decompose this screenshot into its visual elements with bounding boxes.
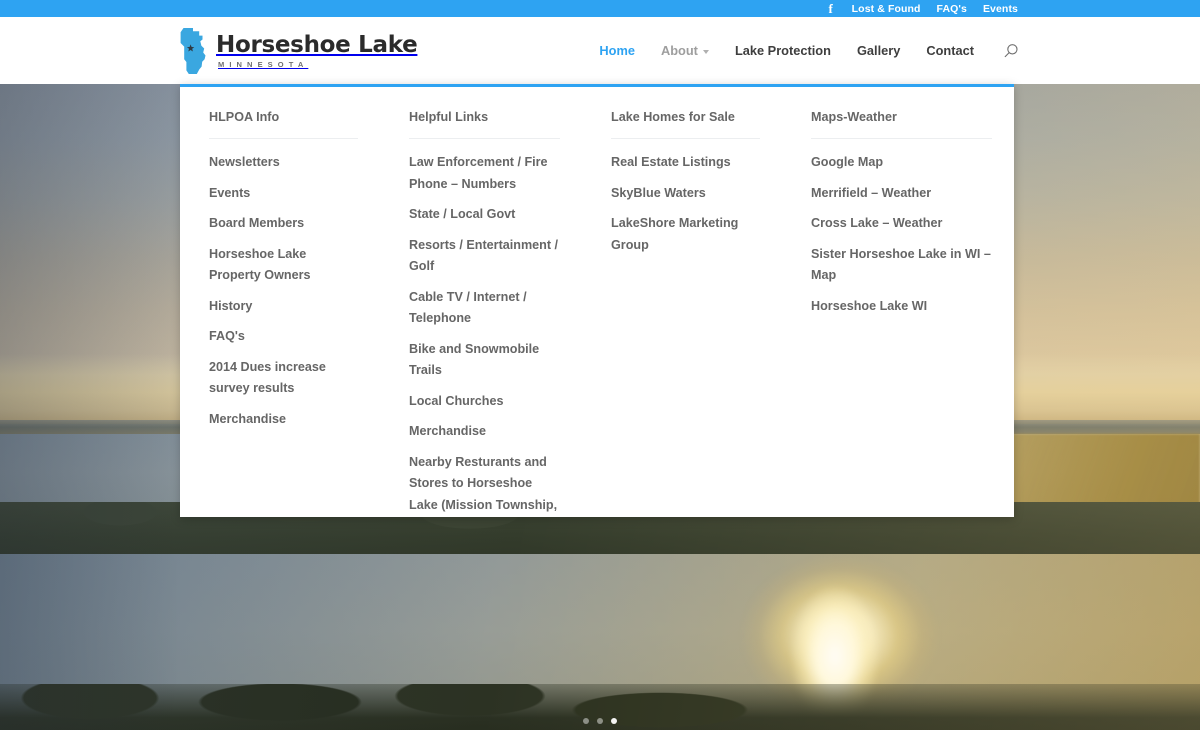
dropdown-link-cable-internet-phone[interactable]: Cable TV / Internet / Telephone xyxy=(409,287,560,330)
dropdown-link-history[interactable]: History xyxy=(209,296,358,318)
list-item: Horseshoe Lake WI xyxy=(811,296,992,318)
dropdown-link-dues-survey[interactable]: 2014 Dues increase survey results xyxy=(209,357,358,400)
list-item: LakeShore Marketing Group xyxy=(611,213,760,256)
dropdown-link-google-map[interactable]: Google Map xyxy=(811,152,992,174)
list-item: SkyBlue Waters xyxy=(611,183,760,205)
dropdown-link-list: Newsletters Events Board Members Horsesh… xyxy=(209,152,358,430)
dropdown-column-lake-homes-for-sale: Lake Homes for Sale Real Estate Listings… xyxy=(582,87,782,517)
slider-dot-2[interactable] xyxy=(597,718,603,724)
list-item: Sister Horseshoe Lake in WI – Map xyxy=(811,244,992,287)
list-item: Resorts / Entertainment / Golf xyxy=(409,235,560,278)
dropdown-link-horseshoe-lake-wi[interactable]: Horseshoe Lake WI xyxy=(811,296,992,318)
nav-item-contact[interactable]: Contact xyxy=(926,43,974,58)
nav-item-lake-protection[interactable]: Lake Protection xyxy=(735,43,831,58)
list-item: Board Members xyxy=(209,213,358,235)
hero-left-shading xyxy=(0,84,180,730)
slider-dots xyxy=(0,718,1200,724)
list-item: Merchandise xyxy=(409,421,560,443)
dropdown-column-title: Lake Homes for Sale xyxy=(611,109,760,140)
dropdown-link-nearby-restaurants[interactable]: Nearby Resturants and Stores to Horsesho… xyxy=(409,452,560,517)
slider-dot-3[interactable] xyxy=(611,718,617,724)
nav-item-about[interactable]: About xyxy=(661,43,709,58)
list-item: Law Enforcement / Fire Phone – Numbers xyxy=(409,152,560,195)
dropdown-link-property-owners[interactable]: Horseshoe Lake Property Owners xyxy=(209,244,358,287)
dropdown-link-merrifield-weather[interactable]: Merrifield – Weather xyxy=(811,183,992,205)
dropdown-link-list: Google Map Merrifield – Weather Cross La… xyxy=(811,152,992,317)
nav-item-gallery-label: Gallery xyxy=(856,43,901,58)
list-item: Real Estate Listings xyxy=(611,152,760,174)
search-icon[interactable] xyxy=(1002,42,1020,60)
about-mega-dropdown: HLPOA Info Newsletters Events Board Memb… xyxy=(180,84,1014,517)
dropdown-link-lakeshore-marketing[interactable]: LakeShore Marketing Group xyxy=(611,213,760,256)
list-item: 2014 Dues increase survey results xyxy=(209,357,358,400)
search-glyph xyxy=(1004,43,1018,57)
nav-item-gallery[interactable]: Gallery xyxy=(857,43,900,58)
chevron-down-icon xyxy=(702,49,709,54)
dropdown-link-merchandise-2[interactable]: Merchandise xyxy=(409,421,560,443)
list-item: Horseshoe Lake Property Owners xyxy=(209,244,358,287)
dropdown-column-title: HLPOA Info xyxy=(209,109,358,140)
list-item: State / Local Govt xyxy=(409,204,560,226)
list-item: Bike and Snowmobile Trails xyxy=(409,339,560,382)
dropdown-link-list: Real Estate Listings SkyBlue Waters Lake… xyxy=(611,152,760,256)
dropdown-link-sister-lake-wi-map[interactable]: Sister Horseshoe Lake in WI – Map xyxy=(811,244,992,287)
site-header: Horseshoe Lake MINNESOTA Home About Lake… xyxy=(0,17,1200,84)
list-item: Merrifield – Weather xyxy=(811,183,992,205)
list-item: History xyxy=(209,296,358,318)
page-root: f Lost & Found FAQ's Events Horseshoe La… xyxy=(0,0,1200,730)
list-item: Cable TV / Internet / Telephone xyxy=(409,287,560,330)
dropdown-link-bike-snowmobile-trails[interactable]: Bike and Snowmobile Trails xyxy=(409,339,560,382)
top-utility-bar: f Lost & Found FAQ's Events xyxy=(0,0,1200,17)
facebook-icon[interactable]: f xyxy=(826,2,836,15)
list-item: Events xyxy=(209,183,358,205)
dropdown-link-events[interactable]: Events xyxy=(209,183,358,205)
topbar-link-faqs[interactable]: FAQ's xyxy=(937,3,967,15)
topbar-link-lost-and-found[interactable]: Lost & Found xyxy=(852,3,921,15)
dropdown-link-state-local-govt[interactable]: State / Local Govt xyxy=(409,204,560,226)
dropdown-link-local-churches[interactable]: Local Churches xyxy=(409,391,560,413)
dropdown-link-faqs[interactable]: FAQ's xyxy=(209,326,358,348)
dropdown-column-helpful-links: Helpful Links Law Enforcement / Fire Pho… xyxy=(380,87,582,517)
dropdown-link-resorts-entertainment[interactable]: Resorts / Entertainment / Golf xyxy=(409,235,560,278)
dropdown-link-board-members[interactable]: Board Members xyxy=(209,213,358,235)
dropdown-link-list: Law Enforcement / Fire Phone – Numbers S… xyxy=(409,152,560,517)
site-logo[interactable]: Horseshoe Lake MINNESOTA xyxy=(180,28,418,74)
minnesota-state-outline-icon xyxy=(180,28,206,74)
dropdown-link-cross-lake-weather[interactable]: Cross Lake – Weather xyxy=(811,213,992,235)
dropdown-link-law-enforcement-fire[interactable]: Law Enforcement / Fire Phone – Numbers xyxy=(409,152,560,195)
list-item: Local Churches xyxy=(409,391,560,413)
logo-title: Horseshoe Lake xyxy=(216,31,418,58)
list-item: Cross Lake – Weather xyxy=(811,213,992,235)
dropdown-link-newsletters[interactable]: Newsletters xyxy=(209,152,358,174)
list-item: Google Map xyxy=(811,152,992,174)
logo-subtitle: MINNESOTA xyxy=(218,60,309,70)
dropdown-link-merchandise[interactable]: Merchandise xyxy=(209,409,358,431)
dropdown-column-maps-weather: Maps-Weather Google Map Merrifield – Wea… xyxy=(782,87,1014,517)
dropdown-column-title: Helpful Links xyxy=(409,109,560,140)
nav-item-home[interactable]: Home xyxy=(599,43,635,58)
dropdown-column-title: Maps-Weather xyxy=(811,109,992,140)
nav-item-home-label: Home xyxy=(599,43,635,58)
list-item: Newsletters xyxy=(209,152,358,174)
list-item: Nearby Resturants and Stores to Horsesho… xyxy=(409,452,560,517)
nav-item-contact-label: Contact xyxy=(926,43,974,58)
list-item: FAQ's xyxy=(209,326,358,348)
main-navigation: Home About Lake Protection Gallery Conta… xyxy=(599,17,1020,84)
nav-item-about-label: About xyxy=(660,43,698,58)
slider-dot-1[interactable] xyxy=(583,718,589,724)
top-utility-links: f Lost & Found FAQ's Events xyxy=(826,0,1018,17)
topbar-link-events[interactable]: Events xyxy=(983,3,1018,15)
dropdown-link-skyblue-waters[interactable]: SkyBlue Waters xyxy=(611,183,760,205)
dropdown-column-hlpoa-info: HLPOA Info Newsletters Events Board Memb… xyxy=(180,87,380,517)
dropdown-link-real-estate-listings[interactable]: Real Estate Listings xyxy=(611,152,760,174)
nav-item-lake-protection-label: Lake Protection xyxy=(734,43,831,58)
list-item: Merchandise xyxy=(209,409,358,431)
